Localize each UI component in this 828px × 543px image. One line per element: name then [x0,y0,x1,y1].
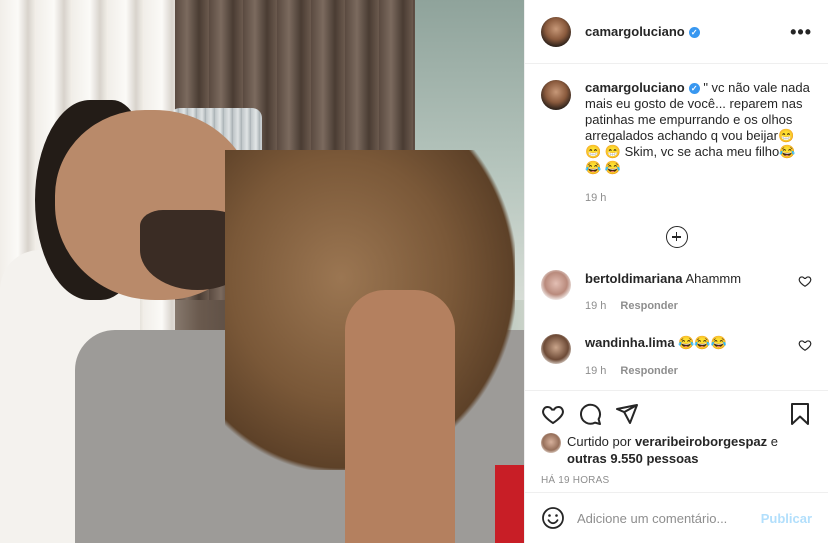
post-actions: Curtido por veraribeiroborgespaz e outra… [525,390,828,486]
comment-bubble-icon[interactable] [578,402,602,426]
commenter-username[interactable]: wandinha.lima [585,335,675,350]
emoji-icon[interactable] [541,506,565,530]
likes-connector: e [770,434,779,449]
caption-time[interactable]: 19 h [585,192,606,204]
comment-item: bertoldimariana Ahammm 19 h Responder [541,270,812,312]
reply-button[interactable]: Responder [620,300,677,312]
more-options-icon[interactable]: ••• [790,23,812,41]
like-comment-heart-icon[interactable] [798,338,812,352]
share-paper-plane-icon[interactable] [615,402,639,426]
like-comment-heart-icon[interactable] [798,274,812,288]
likes-others-link[interactable]: outras 9.550 pessoas [567,451,699,466]
caption-author-avatar[interactable] [541,80,571,110]
comment-time[interactable]: 19 h [585,365,606,377]
red-cloth [495,465,524,543]
add-comment-bar: Adicione um comentário... Publicar [525,492,828,543]
author-username[interactable]: camargoluciano ✓ [585,24,700,39]
post-caption: camargoluciano ✓ " vc não vale nada mais … [541,80,812,206]
save-bookmark-icon[interactable] [788,402,812,426]
verified-badge-icon: ✓ [688,27,700,38]
comment-item: wandinha.lima 😂😂😂 19 h Responder [541,334,812,377]
comment-input[interactable]: Adicione um comentário... [577,511,761,526]
reply-button[interactable]: Responder [620,365,677,377]
caption-author-username[interactable]: camargoluciano ✓ [585,80,700,95]
liker-avatar[interactable] [541,433,561,453]
post-side-panel: camargoluciano ✓ ••• camargoluciano ✓ " vc… [524,0,828,543]
comment-time[interactable]: 19 h [585,300,606,312]
man-hand [345,290,455,543]
post-timestamp[interactable]: HÁ 19 HORAS [541,475,812,486]
commenter-username[interactable]: bertoldimariana [585,271,683,286]
comment-text: 😂😂😂 [678,335,727,350]
commenter-avatar[interactable] [541,334,571,364]
verified-badge-icon: ✓ [688,83,700,94]
like-heart-icon[interactable] [541,402,565,426]
load-more-comments-icon[interactable] [665,226,688,248]
likes-prefix: Curtido por [567,434,632,449]
author-avatar[interactable] [541,16,571,47]
post-header: camargoluciano ✓ ••• [525,0,828,64]
commenter-avatar[interactable] [541,270,571,300]
comments-list[interactable]: camargoluciano ✓ " vc não vale nada mais … [525,64,828,390]
liker-username[interactable]: veraribeiroborgespaz [635,434,767,449]
comment-text: Ahammm [685,271,742,286]
likes-summary: Curtido por veraribeiroborgespaz e outra… [541,433,812,467]
post-photo[interactable] [0,0,524,543]
publish-button[interactable]: Publicar [761,511,812,526]
